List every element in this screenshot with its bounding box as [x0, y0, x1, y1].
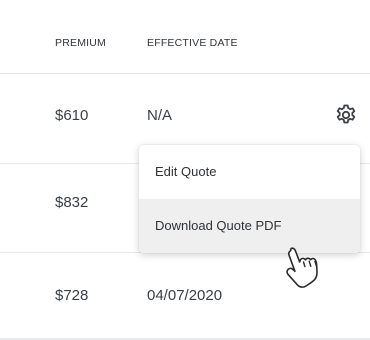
gear-icon[interactable]: [334, 103, 358, 127]
effective-date-cell: 04/07/2020: [147, 287, 223, 304]
column-header-premium[interactable]: PREMIUM: [55, 37, 106, 49]
hand-pointer-icon: [286, 247, 318, 288]
premium-cell: $610: [55, 107, 89, 124]
download-quote-pdf-menu-item[interactable]: Download Quote PDF: [139, 199, 360, 253]
column-header-effective-date[interactable]: EFFECTIVE DATE: [147, 37, 238, 49]
quote-actions-menu: Edit Quote Download Quote PDF: [139, 145, 360, 253]
premium-cell: $832: [55, 194, 89, 211]
table-header: PREMIUM EFFECTIVE DATE: [0, 0, 370, 74]
edit-quote-menu-item[interactable]: Edit Quote: [139, 145, 360, 199]
effective-date-cell: N/A: [147, 107, 173, 124]
premium-cell: $728: [55, 287, 89, 304]
quotes-table: PREMIUM EFFECTIVE DATE $610 N/A $832 $72…: [0, 0, 370, 340]
